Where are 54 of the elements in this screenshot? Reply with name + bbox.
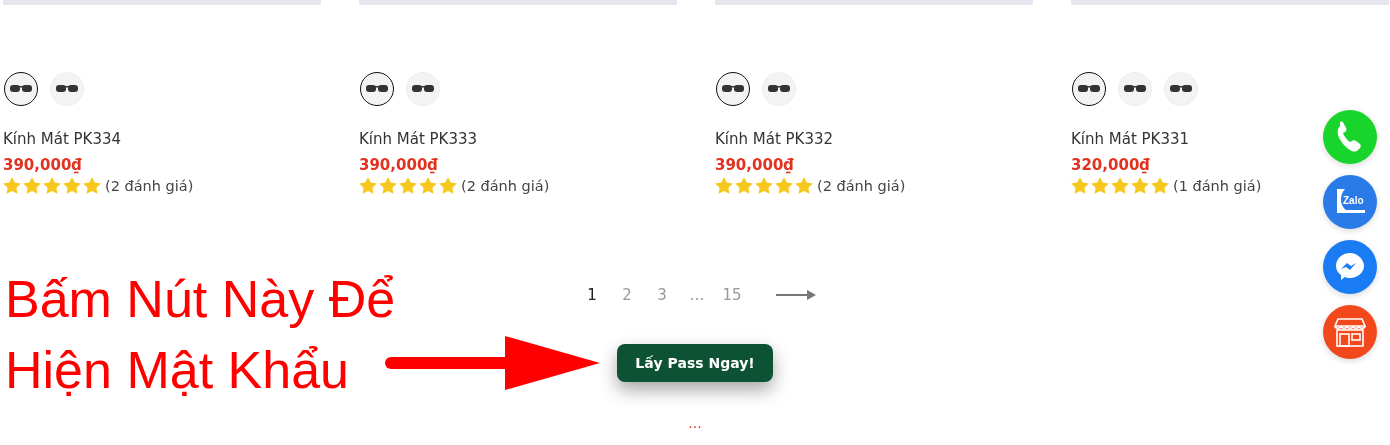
sunglasses-icon <box>1078 85 1100 93</box>
star-icon <box>43 177 61 194</box>
product-price: 390,000₫ <box>3 156 83 174</box>
zalo-label: Zalo <box>1343 195 1364 206</box>
star-icon <box>419 177 437 194</box>
loading-dots: ... <box>688 416 702 430</box>
sunglasses-icon <box>768 85 790 93</box>
product-price: 320,000₫ <box>1071 156 1151 174</box>
page-link[interactable]: 1 <box>574 286 610 304</box>
star-icon <box>1151 177 1169 194</box>
star-icon <box>715 177 733 194</box>
color-swatch[interactable] <box>4 72 38 106</box>
product-name[interactable]: Kính Mát PK332 <box>715 128 1033 150</box>
sunglasses-icon <box>1124 85 1146 93</box>
product-name[interactable]: Kính Mát PK333 <box>359 128 677 150</box>
sunglasses-icon <box>412 85 434 93</box>
star-icon <box>795 177 813 194</box>
star-icon <box>1111 177 1129 194</box>
sunglasses-icon <box>56 85 78 93</box>
star-icon <box>399 177 417 194</box>
star-icon <box>775 177 793 194</box>
star-icon <box>23 177 41 194</box>
color-swatch[interactable] <box>1072 72 1106 106</box>
sunglasses-icon <box>1170 85 1192 93</box>
star-icon <box>439 177 457 194</box>
star-icon <box>63 177 81 194</box>
sunglasses-icon <box>366 85 388 93</box>
star-icon <box>3 177 21 194</box>
arrow-right-icon <box>775 290 816 300</box>
review-count: (2 đánh giá) <box>461 177 550 194</box>
color-swatch[interactable] <box>360 72 394 106</box>
product-price: 390,000₫ <box>715 156 795 174</box>
annotation-text: Bấm Nút Này Để <box>5 269 396 330</box>
store-button[interactable] <box>1323 305 1377 359</box>
star-icon <box>755 177 773 194</box>
star-icon <box>1131 177 1149 194</box>
messenger-button[interactable] <box>1323 240 1377 294</box>
review-count: (2 đánh giá) <box>105 177 194 194</box>
product-price: 390,000₫ <box>359 156 439 174</box>
review-count: (1 đánh giá) <box>1173 177 1262 194</box>
star-icon <box>1091 177 1109 194</box>
sunglasses-icon <box>722 85 744 93</box>
star-icon <box>83 177 101 194</box>
star-icon <box>379 177 397 194</box>
sunglasses-icon <box>10 85 32 93</box>
color-swatch[interactable] <box>716 72 750 106</box>
star-icon <box>359 177 377 194</box>
get-pass-button[interactable]: Lấy Pass Ngay! <box>617 344 773 382</box>
star-icon <box>735 177 753 194</box>
star-icon <box>1071 177 1089 194</box>
product-name[interactable]: Kính Mát PK331 <box>1071 128 1389 150</box>
annotation-text: Hiện Mật Khẩu <box>5 340 350 401</box>
review-count: (2 đánh giá) <box>817 177 906 194</box>
product-name[interactable]: Kính Mát PK334 <box>3 128 321 150</box>
